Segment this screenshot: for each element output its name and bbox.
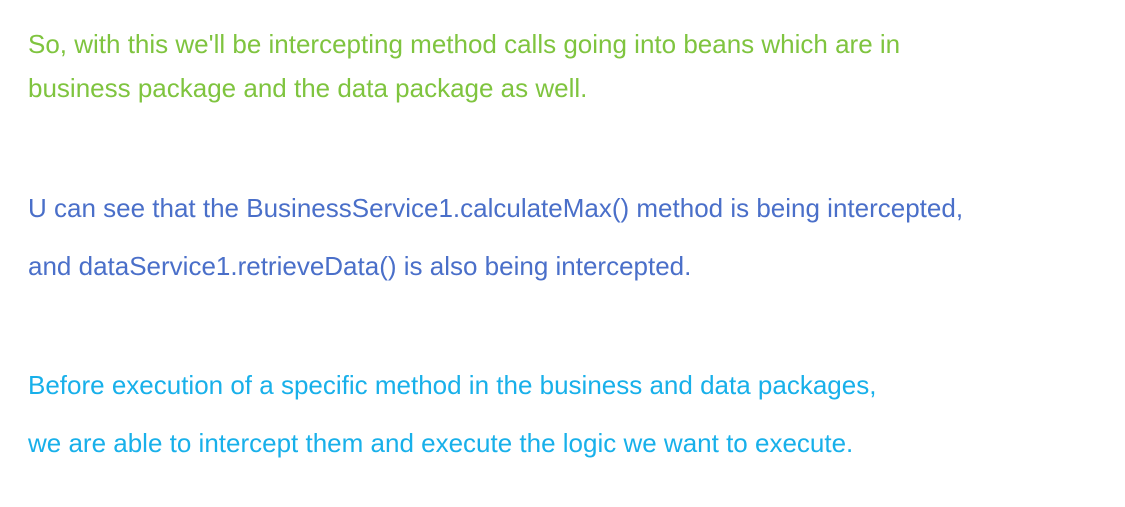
text-line: we are able to intercept them and execut… [28,428,854,458]
paragraph-intercepting-packages: So, with this we'll be intercepting meth… [28,22,900,110]
text-line: U can see that the BusinessService1.calc… [28,193,964,223]
paragraph-before-execution: Before execution of a specific method in… [28,356,876,472]
document-page: So, with this we'll be intercepting meth… [0,0,1125,507]
text-line: So, with this we'll be intercepting meth… [28,29,901,59]
paragraph-intercepted-methods: U can see that the BusinessService1.calc… [28,179,963,295]
text-line: and dataService1.retrieveData() is also … [28,251,692,281]
text-line: business package and the data package as… [28,73,588,103]
text-line: Before execution of a specific method in… [28,370,877,400]
